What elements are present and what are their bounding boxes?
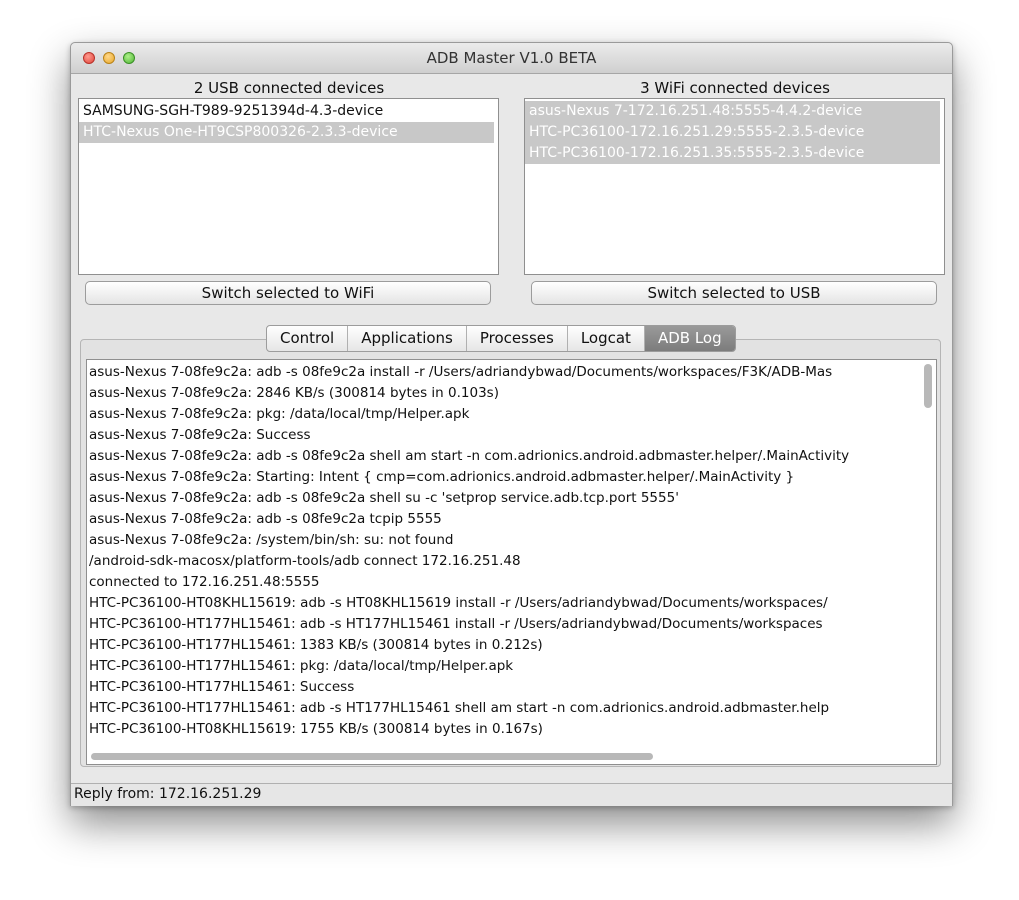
tab-processes[interactable]: Processes — [467, 326, 568, 351]
adb-log-area[interactable]: asus-Nexus 7-08fe9c2a: adb -s 08fe9c2a i… — [86, 359, 937, 765]
log-line: HTC-PC36100-HT177HL15461: adb -s HT177HL… — [89, 700, 830, 716]
log-line: HTC-PC36100-HT08KHL15619: adb -s HT08KHL… — [89, 595, 828, 611]
log-line: asus-Nexus 7-08fe9c2a: Starting: Intent … — [89, 469, 795, 485]
wifi-device-item-selected[interactable]: HTC-PC36100-172.16.251.35:5555-2.3.5-dev… — [525, 143, 940, 164]
log-line: asus-Nexus 7-08fe9c2a: 2846 KB/s (300814… — [89, 385, 499, 401]
tab-logcat[interactable]: Logcat — [568, 326, 645, 351]
horizontal-scroll-thumb[interactable] — [91, 753, 653, 760]
log-line: HTC-PC36100-HT177HL15461: pkg: /data/loc… — [89, 658, 514, 674]
status-bar: Reply from: 172.16.251.29 — [71, 783, 952, 806]
usb-device-list[interactable]: SAMSUNG-SGH-T989-9251394d-4.3-device HTC… — [78, 98, 499, 275]
log-line: asus-Nexus 7-08fe9c2a: adb -s 08fe9c2a s… — [89, 448, 850, 464]
title-bar[interactable]: ADB Master V1.0 BETA — [71, 43, 952, 74]
tab-control[interactable]: Control — [267, 326, 349, 351]
wifi-device-item-selected[interactable]: HTC-PC36100-172.16.251.29:5555-2.3.5-dev… — [525, 122, 940, 143]
log-line: asus-Nexus 7-08fe9c2a: pkg: /data/local/… — [89, 406, 470, 422]
wifi-devices-label: 3 WiFi connected devices — [640, 79, 830, 97]
tab-adb-log[interactable]: ADB Log — [644, 326, 735, 351]
vertical-scroll-thumb[interactable] — [924, 364, 932, 408]
horizontal-scrollbar[interactable] — [89, 750, 922, 762]
tab-bar: Control Applications Processes Logcat AD… — [266, 325, 736, 352]
log-line: asus-Nexus 7-08fe9c2a: Success — [89, 427, 311, 443]
log-line: asus-Nexus 7-08fe9c2a: /system/bin/sh: s… — [89, 532, 454, 548]
log-line: HTC-PC36100-HT08KHL15619: 1755 KB/s (300… — [89, 721, 543, 737]
wifi-device-item-selected[interactable]: asus-Nexus 7-172.16.251.48:5555-4.4.2-de… — [525, 101, 940, 122]
tab-applications[interactable]: Applications — [348, 326, 467, 351]
log-line: asus-Nexus 7-08fe9c2a: adb -s 08fe9c2a s… — [89, 490, 679, 506]
status-text: Reply from: 172.16.251.29 — [74, 786, 262, 802]
vertical-scrollbar[interactable] — [922, 362, 934, 746]
log-line: connected to 172.16.251.48:5555 — [89, 574, 320, 590]
log-line: asus-Nexus 7-08fe9c2a: adb -s 08fe9c2a i… — [89, 364, 833, 380]
log-line: HTC-PC36100-HT177HL15461: 1383 KB/s (300… — [89, 637, 543, 653]
switch-to-wifi-button[interactable]: Switch selected to WiFi — [85, 281, 491, 305]
log-line: HTC-PC36100-HT177HL15461: Success — [89, 679, 355, 695]
wifi-device-list[interactable]: asus-Nexus 7-172.16.251.48:5555-4.4.2-de… — [524, 98, 945, 275]
app-window: ADB Master V1.0 BETA 2 USB connected dev… — [70, 42, 953, 806]
log-line: /android-sdk-macosx/platform-tools/adb c… — [89, 553, 521, 569]
log-lines: asus-Nexus 7-08fe9c2a: adb -s 08fe9c2a i… — [89, 362, 920, 740]
usb-devices-label: 2 USB connected devices — [193, 79, 385, 97]
window-title: ADB Master V1.0 BETA — [426, 49, 597, 67]
log-line: HTC-PC36100-HT177HL15461: adb -s HT177HL… — [89, 616, 823, 632]
usb-device-item-selected[interactable]: HTC-Nexus One-HT9CSP800326-2.3.3-device — [79, 122, 494, 143]
log-line: asus-Nexus 7-08fe9c2a: adb -s 08fe9c2a t… — [89, 511, 442, 527]
switch-to-usb-button[interactable]: Switch selected to USB — [531, 281, 937, 305]
usb-device-item[interactable]: SAMSUNG-SGH-T989-9251394d-4.3-device — [79, 101, 498, 122]
